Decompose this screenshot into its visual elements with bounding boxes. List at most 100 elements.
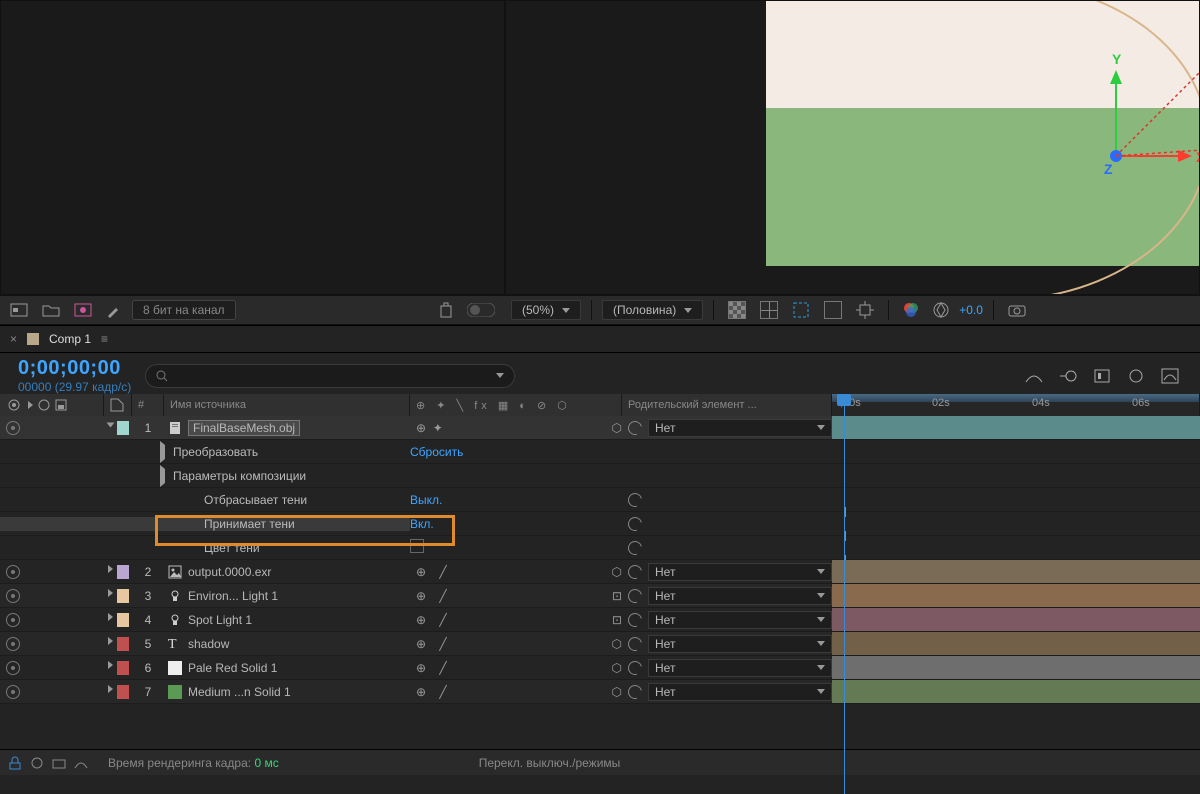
tab-close-button[interactable]: ×	[10, 332, 17, 346]
axis-gizmo[interactable]: Y X Z	[1056, 36, 1196, 176]
index-header[interactable]: #	[132, 394, 164, 416]
layer-search-input[interactable]	[145, 364, 515, 388]
layer-switches[interactable]: ⊕ ╱ ⊡	[410, 589, 622, 603]
property-value[interactable]: Сбросить	[410, 445, 622, 459]
graph-icon[interactable]	[1160, 366, 1180, 386]
name-header[interactable]: Имя источника	[164, 394, 410, 416]
twisty-icon[interactable]	[106, 422, 114, 427]
layer-name[interactable]: Pale Red Solid 1	[188, 661, 277, 675]
twisty-icon[interactable]	[108, 565, 113, 573]
target-icon[interactable]	[852, 299, 878, 321]
visibility-toggle[interactable]	[6, 421, 20, 435]
pickwhip-icon[interactable]	[625, 610, 644, 629]
playhead[interactable]	[844, 394, 851, 416]
twisty-icon[interactable]	[108, 685, 113, 693]
pickwhip-icon[interactable]	[625, 634, 644, 653]
twisty-icon[interactable]	[108, 661, 113, 669]
layer-switches[interactable]: ⊕ ✦ ⬡	[410, 421, 622, 435]
layer-track[interactable]	[832, 608, 1200, 631]
snapshot-icon[interactable]	[1004, 301, 1030, 319]
parent-dropdown[interactable]: Нет	[648, 611, 832, 629]
viewport-panel[interactable]: Y X Z	[505, 0, 1200, 295]
layer-track[interactable]	[832, 584, 1200, 607]
roi-icon[interactable]	[820, 299, 846, 321]
tab-menu-icon[interactable]: ≡	[101, 332, 108, 346]
layer-track[interactable]	[832, 560, 1200, 583]
twisty-icon[interactable]	[108, 589, 113, 597]
visibility-toggle[interactable]	[6, 661, 20, 675]
layer-row[interactable]: 1 FinalBaseMesh.obj ⊕ ✦ ⬡ Нет	[0, 416, 1200, 440]
mask-icon[interactable]	[788, 299, 814, 321]
property-row[interactable]: Отбрасывает тениВыкл.	[0, 488, 1200, 512]
folder-icon[interactable]	[38, 301, 64, 319]
label-color[interactable]	[117, 637, 129, 651]
pickwhip-icon[interactable]	[625, 562, 644, 581]
layer-name[interactable]: Medium ...n Solid 1	[188, 685, 291, 699]
toggle-switches-button[interactable]: Перекл. выключ./режимы	[479, 756, 621, 770]
visibility-toggle[interactable]	[6, 565, 20, 579]
property-value[interactable]: Выкл.	[410, 493, 622, 507]
visibility-toggle[interactable]	[6, 685, 20, 699]
label-header[interactable]	[104, 394, 132, 416]
label-color[interactable]	[117, 589, 129, 603]
visibility-toggle[interactable]	[6, 637, 20, 651]
layer-row[interactable]: 5 Tshadow ⊕ ╱ ⬡ Нет	[0, 632, 1200, 656]
property-row[interactable]: Параметры композиции	[0, 464, 1200, 488]
layer-switches[interactable]: ⊕ ╱ ⬡	[410, 661, 622, 675]
parent-dropdown[interactable]: Нет	[648, 419, 832, 437]
motion-blur-icon[interactable]	[1058, 366, 1078, 386]
brush-icon[interactable]	[102, 300, 126, 320]
parent-dropdown[interactable]: Нет	[648, 635, 832, 653]
resolution-dropdown[interactable]: (Половина)	[602, 300, 703, 320]
label-color[interactable]	[117, 421, 129, 435]
pickwhip-icon[interactable]	[625, 418, 644, 437]
keyframe-marker[interactable]	[845, 531, 846, 541]
label-color[interactable]	[117, 661, 129, 675]
visibility-toggle[interactable]	[6, 613, 20, 627]
time-ruler[interactable]: ;00s 02s 04s 06s	[832, 394, 1200, 416]
layer-switches[interactable]: ⊕ ╱ ⬡	[410, 637, 622, 651]
visibility-toggle[interactable]	[6, 589, 20, 603]
layer-switches[interactable]: ⊕ ╱ ⬡	[410, 565, 622, 579]
layer-track[interactable]	[832, 416, 1200, 439]
layer-row[interactable]: 7 Medium ...n Solid 1 ⊕ ╱ ⬡ Нет	[0, 680, 1200, 704]
frame-blend-icon[interactable]	[1092, 366, 1112, 386]
label-color[interactable]	[117, 685, 129, 699]
parent-dropdown[interactable]: Нет	[648, 683, 832, 701]
layer-name[interactable]: Spot Light 1	[188, 613, 252, 627]
project-flow-icon[interactable]	[6, 301, 32, 319]
draft3d-icon[interactable]	[1126, 366, 1146, 386]
aperture-icon[interactable]	[929, 300, 953, 320]
layer-row[interactable]: 3 Environ... Light 1 ⊕ ╱ ⊡ Нет	[0, 584, 1200, 608]
pickwhip-icon[interactable]	[625, 682, 644, 701]
expression-pickwhip-icon[interactable]	[625, 538, 644, 557]
property-value[interactable]	[410, 539, 622, 556]
pickwhip-icon[interactable]	[625, 586, 644, 605]
parent-dropdown[interactable]: Нет	[648, 587, 832, 605]
property-value[interactable]: Вкл.	[410, 517, 622, 531]
layer-track[interactable]	[832, 656, 1200, 679]
layer-row[interactable]: 2 output.0000.exr ⊕ ╱ ⬡ Нет	[0, 560, 1200, 584]
property-row[interactable]: Принимает тениВкл.	[0, 512, 1200, 536]
layer-name[interactable]: output.0000.exr	[188, 565, 271, 579]
layer-track[interactable]	[832, 632, 1200, 655]
layer-row[interactable]: 4 Spot Light 1 ⊕ ╱ ⊡ Нет	[0, 608, 1200, 632]
exposure-value[interactable]: +0.0	[959, 303, 983, 317]
layer-switches[interactable]: ⊕ ╱ ⬡	[410, 685, 622, 699]
layer-track[interactable]	[832, 680, 1200, 703]
parent-header[interactable]: Родительский элемент ...	[622, 394, 832, 416]
comp-tab[interactable]: Comp 1	[49, 332, 91, 346]
channels-icon[interactable]	[899, 300, 923, 320]
layer-name[interactable]: FinalBaseMesh.obj	[188, 420, 300, 436]
label-color[interactable]	[117, 565, 129, 579]
twisty-icon[interactable]	[108, 613, 113, 621]
grid-icon[interactable]	[756, 299, 782, 321]
twisty-icon[interactable]	[108, 637, 113, 645]
zoom-dropdown[interactable]: (50%)	[511, 300, 581, 320]
new-comp-icon[interactable]	[70, 301, 96, 319]
twisty-icon[interactable]	[160, 441, 165, 463]
footer-icons[interactable]	[8, 756, 88, 770]
twisty-icon[interactable]	[160, 465, 165, 487]
current-timecode[interactable]: 0;00;00;00	[18, 357, 131, 380]
expression-pickwhip-icon[interactable]	[625, 490, 644, 509]
